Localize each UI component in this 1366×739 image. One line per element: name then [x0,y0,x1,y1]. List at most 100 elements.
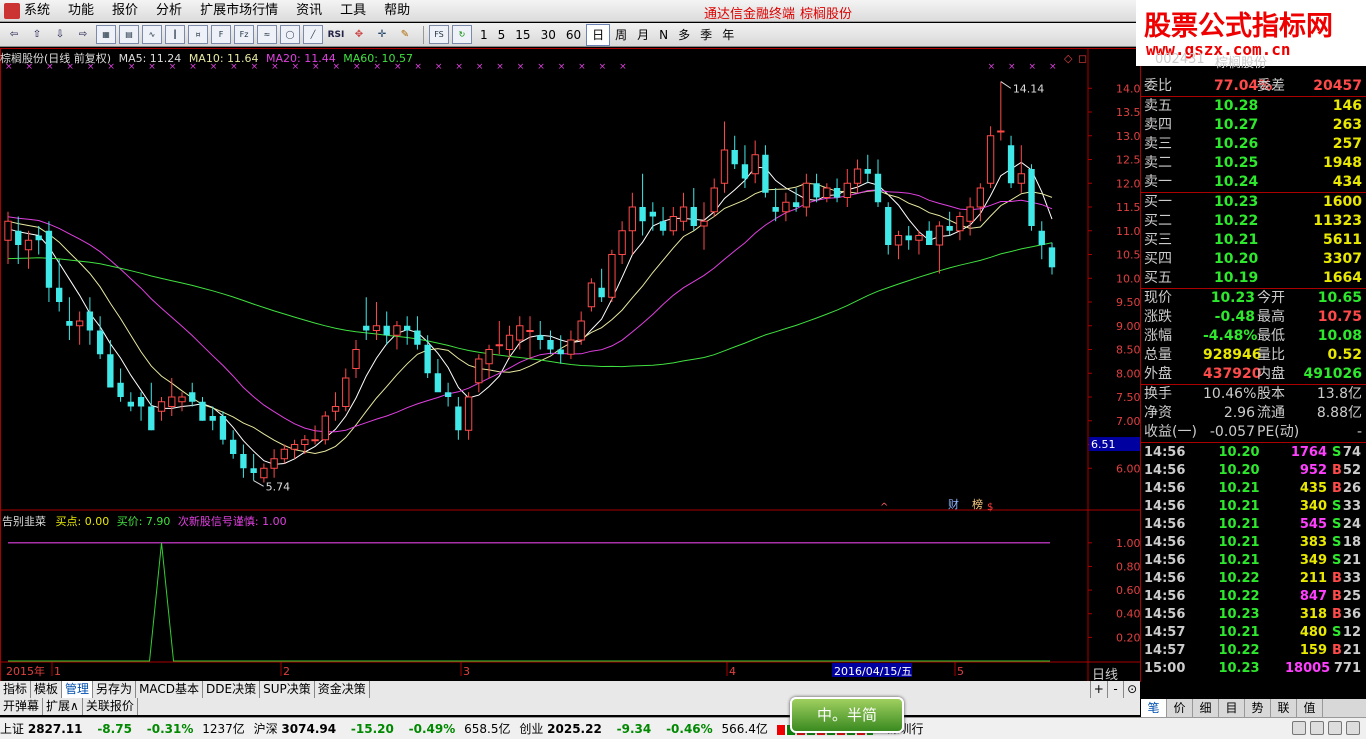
tick-row[interactable]: 14:56 10.21 349 S 21 [1143,552,1365,570]
bottom-tool-1[interactable]: 扩展∧ [43,698,83,715]
chart-settings-icon[interactable]: ◇ [1064,52,1073,65]
back-icon[interactable]: ⇦ [4,25,24,44]
zoom-btn-1[interactable]: - [1106,681,1124,698]
chart-close-icon[interactable]: ◻ [1078,52,1087,65]
candle-body-up [475,358,483,384]
pen-icon[interactable]: ✎ [395,25,415,44]
kline-chart[interactable]: × × × × × × × × × × × × × × × × × × × × × × × × × × × × × × × × × × × 14.0… [0,48,1141,682]
quote-value2: 0.52 [1327,347,1362,363]
bottom-tab-2[interactable]: 管理 [62,681,94,698]
tf-multi[interactable]: 多 [673,25,695,45]
side-tab-4[interactable]: 势 [1245,699,1271,717]
tf-quarter[interactable]: 季 [695,25,717,45]
candle-body-down [414,330,421,345]
menu-quote[interactable]: 报价 [103,0,147,22]
menu-analysis[interactable]: 分析 [147,0,191,22]
sz-index-pct: -0.49% [408,722,456,736]
grid-icon[interactable]: ▦ [96,25,116,44]
table-icon[interactable]: ▤ [119,25,139,44]
side-tab-0[interactable]: 笔 [1141,699,1167,717]
tick-row[interactable]: 14:56 10.22 211 B 33 [1143,570,1365,588]
candle-body-down [107,354,114,388]
tf-month[interactable]: 月 [632,25,654,45]
tick-row[interactable]: 14:56 10.20 1764 S 74 [1143,444,1365,462]
tick-row[interactable]: 14:56 10.21 383 S 18 [1143,534,1365,552]
up-arrow-icon[interactable]: ⇧ [27,25,47,44]
tick-row[interactable]: 14:56 10.22 847 B 25 [1143,588,1365,606]
input-method-badge[interactable]: 中。半简 [790,697,904,733]
side-tab-5[interactable]: 联 [1271,699,1297,717]
period-1min[interactable]: 1 [475,25,493,45]
menu-tools[interactable]: 工具 [331,0,375,22]
bottom-tab-3[interactable]: 另存为 [93,681,137,698]
tick-row[interactable]: 14:56 10.20 952 B 52 [1143,462,1365,480]
refresh-icon[interactable]: ↻ [452,25,472,44]
candle-body-down [598,287,605,298]
kline-icon[interactable]: ┃ [165,25,185,44]
signal-mark: × [435,62,443,72]
settings-icon[interactable] [1310,721,1324,735]
side-tab-3[interactable]: 目 [1219,699,1245,717]
tick-row[interactable]: 15:00 10.23 18005 771 [1143,660,1365,678]
tick-row[interactable]: 14:56 10.23 318 B 36 [1143,606,1365,624]
tick-row[interactable]: 14:56 10.21 435 B 26 [1143,480,1365,498]
forward-icon[interactable]: ⇨ [73,25,93,44]
period-5min[interactable]: 5 [493,25,511,45]
side-tab-6[interactable]: 值 [1297,699,1323,717]
trend-icon[interactable]: ∿ [142,25,162,44]
period-60min[interactable]: 60 [561,25,586,45]
bottom-tool-0[interactable]: 开弹幕 [0,698,44,715]
zoom-btn-2[interactable]: ⊙ [1123,681,1140,698]
app-window: 系统 功能 报价 分析 扩展市场行情 资讯 工具 帮助 通达信金融终端 棕榈股份… [0,0,1366,739]
menu-function[interactable]: 功能 [59,0,103,22]
tf-year[interactable]: 年 [717,25,739,45]
candle-body-down [792,202,800,207]
period-15min[interactable]: 15 [510,25,535,45]
tf-week[interactable]: 周 [610,25,632,45]
side-tab-1[interactable]: 价 [1167,699,1193,717]
tick-row[interactable]: 14:57 10.21 480 S 12 [1143,624,1365,642]
bottom-tab-5[interactable]: DDE决策 [203,681,261,698]
fund-icon[interactable]: ¤ [188,25,208,44]
connect-icon[interactable] [1328,721,1342,735]
zoom-btn-0[interactable]: + [1090,681,1107,698]
bottom-tab-4[interactable]: MACD基本 [136,681,204,698]
lock-icon[interactable] [1346,721,1360,735]
rsi-icon[interactable]: RSI [326,25,346,44]
bottom-tab-6[interactable]: SUP决策 [260,681,315,698]
candle-body-up [505,334,514,350]
quote-row: 涨幅 -4.48% 最低 10.08 [1143,327,1365,346]
menu-help[interactable]: 帮助 [375,0,419,22]
tick-row[interactable]: 14:56 10.21 340 S 33 [1143,498,1365,516]
tf-day[interactable]: 日 [586,23,611,46]
quote-value2: 10.75 [1317,309,1362,325]
bottom-tab-1[interactable]: 模板 [31,681,63,698]
fiz-icon[interactable]: Fz [234,25,254,44]
bottom-tool-2[interactable]: 关联报价 [83,698,138,715]
ask-volume: 146 [1332,98,1362,114]
move-icon[interactable]: ✛ [372,25,392,44]
pan-icon[interactable]: ✥ [349,25,369,44]
tick-row[interactable]: 14:57 10.22 159 B 21 [1143,642,1365,660]
period-30min[interactable]: 30 [536,25,561,45]
chart-line-icon[interactable]: ╱ [303,25,323,44]
down-arrow-icon[interactable]: ⇩ [50,25,70,44]
f10-icon[interactable]: F [211,25,231,44]
bottom-tab-0[interactable]: 指标 [0,681,32,698]
menu-extended-market[interactable]: 扩展市场行情 [191,0,287,22]
circle-icon[interactable]: ◯ [280,25,300,44]
candle-body-up [782,201,790,213]
flow-icon[interactable]: ≈ [257,25,277,44]
bottom-tab-7[interactable]: 资金决策 [315,681,370,698]
menu-news[interactable]: 资讯 [287,0,331,22]
indicator-name: 告别韭菜 [2,515,46,528]
tf-n[interactable]: N [654,25,673,45]
tick-row[interactable]: 14:56 10.21 545 S 24 [1143,516,1365,534]
candle-body-up [178,396,186,403]
side-tab-2[interactable]: 细 [1193,699,1219,717]
window-icon[interactable] [1292,721,1306,735]
fs-icon[interactable]: FS [429,25,449,44]
x-axis-label: 2016/04/15/五 [834,665,912,678]
side-tabs: 笔价细目势联值 [1141,699,1366,717]
candle-body-down [45,230,53,288]
